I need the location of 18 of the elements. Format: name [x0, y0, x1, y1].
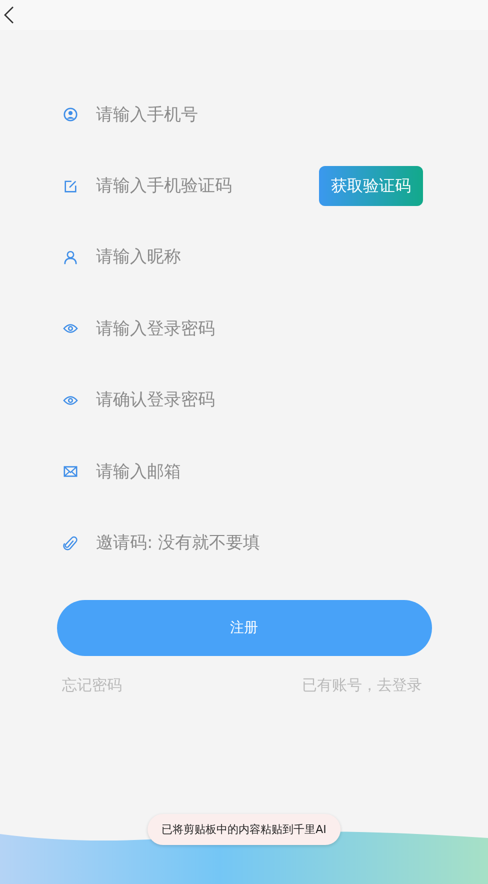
input-field[interactable]: 请输入昵称: [96, 247, 423, 268]
input-field[interactable]: 请输入邮箱: [96, 462, 423, 482]
user-icon: [63, 250, 78, 265]
register-button[interactable]: 注册: [56, 600, 432, 656]
user-circle-icon: [63, 107, 78, 122]
back-icon[interactable]: [4, 6, 14, 24]
forgot-password-link[interactable]: 忘记密码: [62, 676, 122, 695]
paperclip-icon: [63, 536, 78, 551]
input-field[interactable]: 邀请码: 没有就不要填: [96, 533, 423, 554]
input-field[interactable]: 请确认登录密码: [96, 390, 423, 410]
mail-icon: [63, 464, 78, 480]
edit-icon: [63, 178, 78, 194]
login-link[interactable]: 已有账号，去登录: [302, 676, 422, 695]
input-field[interactable]: 请输入手机验证码: [96, 176, 319, 196]
get-code-button[interactable]: 获取验证码: [319, 166, 423, 206]
toast-message: 已将剪贴板中的内容粘贴到千里AI: [148, 814, 340, 845]
input-field[interactable]: 请输入登录密码: [96, 318, 423, 339]
input-field[interactable]: 请输入手机号: [96, 104, 423, 125]
